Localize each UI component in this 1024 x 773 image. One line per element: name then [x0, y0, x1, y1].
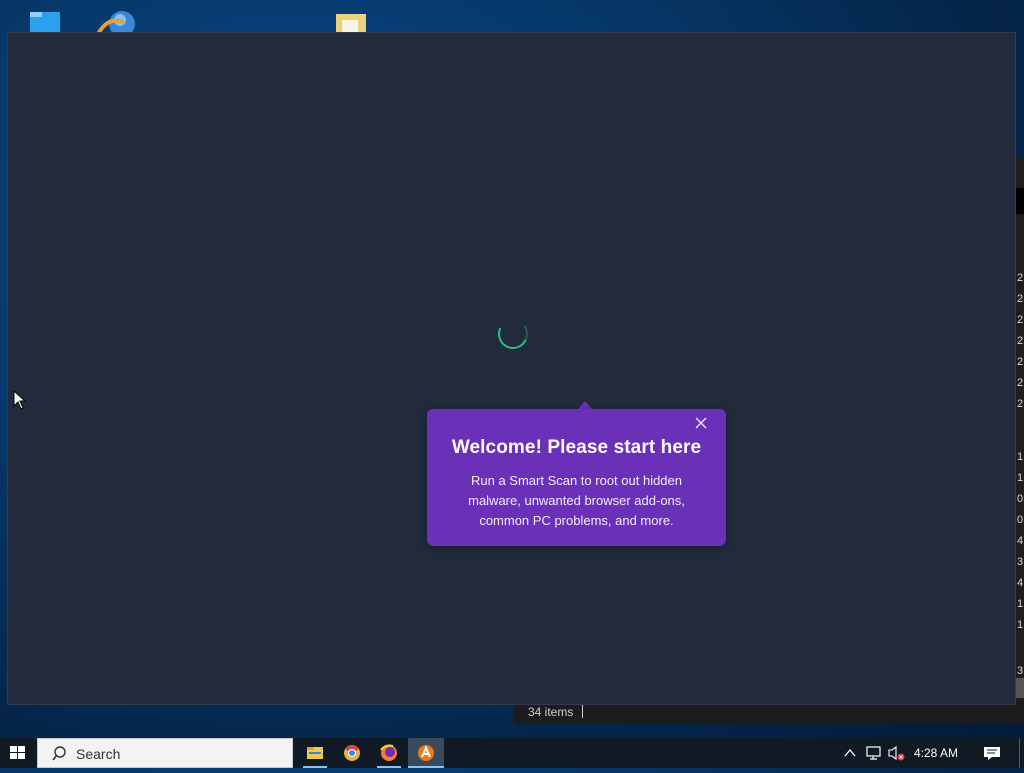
avast-icon[interactable]	[408, 738, 444, 768]
app-window	[7, 32, 1016, 705]
bg-number: 4	[1017, 535, 1024, 547]
bg-number: 3	[1017, 556, 1024, 568]
search-icon	[52, 746, 66, 761]
bg-number: 1	[1017, 598, 1024, 610]
loading-spinner	[493, 314, 533, 354]
item-count: 34 items	[528, 705, 574, 719]
firefox-icon[interactable]	[371, 738, 407, 768]
network-icon[interactable]	[864, 738, 884, 768]
file-explorer-icon[interactable]	[297, 738, 333, 768]
mouse-cursor-icon	[13, 389, 27, 410]
scrollbar-thumb[interactable]	[1016, 678, 1024, 698]
taskbar-search-box[interactable]: Search	[37, 738, 293, 768]
bg-number: 2	[1017, 377, 1024, 389]
bg-number: 4	[1017, 577, 1024, 589]
welcome-popup: Welcome! Please start here Run a Smart S…	[427, 409, 726, 546]
bg-number: 1	[1017, 472, 1024, 484]
bg-number: 0	[1017, 493, 1024, 505]
close-icon[interactable]	[694, 417, 708, 431]
bg-number: 1	[1017, 619, 1024, 631]
bg-number: 2	[1017, 272, 1024, 284]
start-button[interactable]	[0, 738, 36, 768]
bg-number: 2	[1017, 293, 1024, 305]
popup-title: Welcome! Please start here	[451, 437, 702, 458]
popup-body: Run a Smart Scan to root out hidden malw…	[468, 473, 685, 528]
chrome-browser-icon[interactable]	[334, 738, 370, 768]
windows-logo-icon	[10, 746, 25, 759]
action-center-icon[interactable]	[980, 738, 1004, 768]
bg-number: 1	[1017, 451, 1024, 463]
bg-number: 3	[1017, 665, 1024, 677]
search-placeholder: Search	[76, 746, 121, 762]
status-separator	[582, 705, 583, 718]
taskbar-clock[interactable]: 4:28 AM	[914, 746, 958, 760]
bg-number: 2	[1017, 335, 1024, 347]
bg-number: 2	[1017, 314, 1024, 326]
taskbar: Search 4:28 AM	[0, 738, 1024, 768]
volume-muted-icon[interactable]	[886, 738, 908, 768]
bg-number: 2	[1017, 356, 1024, 368]
bg-number: 0	[1017, 514, 1024, 526]
chevron-up-icon[interactable]	[842, 738, 858, 768]
show-desktop-button[interactable]	[1019, 738, 1024, 768]
bg-number: 2	[1017, 398, 1024, 410]
